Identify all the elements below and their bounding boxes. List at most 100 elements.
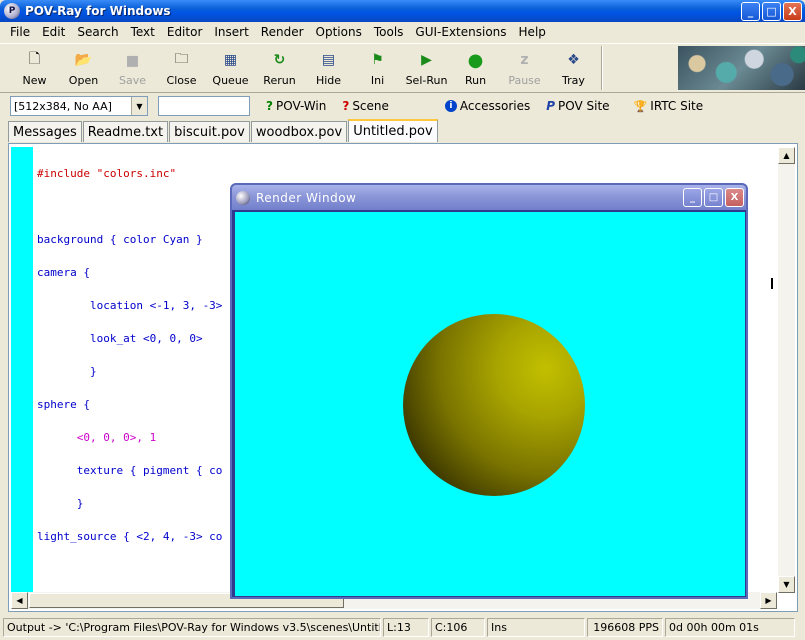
code-line: location <-1, 3, -3> bbox=[37, 299, 223, 312]
window-title: POV-Ray for Windows bbox=[25, 4, 171, 18]
save-icon: ▪ bbox=[125, 47, 140, 73]
scene-link[interactable]: ? Scene bbox=[342, 99, 389, 113]
scroll-right-icon[interactable]: ▶ bbox=[760, 592, 777, 609]
help-icon: ? bbox=[266, 99, 273, 113]
menu-edit[interactable]: Edit bbox=[36, 25, 71, 39]
new-button[interactable]: 🗋 New bbox=[10, 44, 59, 92]
sel-run-button[interactable]: ▶ Sel-Run bbox=[402, 44, 451, 92]
command-line-input[interactable] bbox=[158, 96, 250, 116]
chevron-down-icon[interactable]: ▼ bbox=[131, 97, 147, 115]
menu-editor[interactable]: Editor bbox=[161, 25, 209, 39]
code-line: } bbox=[37, 365, 97, 378]
menu-help[interactable]: Help bbox=[513, 25, 552, 39]
tray-button[interactable]: ❖ Tray bbox=[549, 44, 598, 92]
code-line: camera { bbox=[37, 266, 90, 279]
ini-button[interactable]: ⚑ Ini bbox=[353, 44, 402, 92]
menu-render[interactable]: Render bbox=[255, 25, 310, 39]
maximize-button[interactable]: □ bbox=[762, 2, 781, 21]
trophy-icon: 🏆 bbox=[633, 99, 648, 113]
open-folder-icon: 📂 bbox=[74, 52, 93, 68]
status-pps: 196608 PPS bbox=[587, 617, 663, 637]
run-button[interactable]: ● Run bbox=[451, 44, 500, 92]
save-button[interactable]: ▪ Save bbox=[108, 44, 157, 92]
vertical-scrollbar[interactable]: ▲ ▼ bbox=[778, 147, 795, 593]
secondary-toolbar: [512x384, No AA] ▼ ? POV-Win ? Scene i A… bbox=[0, 94, 805, 118]
povray-logo-icon: P bbox=[546, 99, 556, 113]
render-window-title-bar[interactable]: Render Window _ □ X bbox=[232, 185, 746, 210]
status-output-path: Output -> 'C:\Program Files\POV-Ray for … bbox=[3, 617, 381, 637]
toolbar-separator bbox=[601, 46, 603, 90]
menu-gui-extensions[interactable]: GUI-Extensions bbox=[409, 25, 512, 39]
editor-gutter bbox=[11, 147, 33, 595]
code-line: background { color Cyan } bbox=[37, 233, 203, 246]
render-window[interactable]: Render Window _ □ X bbox=[230, 183, 748, 599]
tab-readme[interactable]: Readme.txt bbox=[82, 121, 169, 142]
code-line: } bbox=[37, 497, 84, 510]
pov-win-link[interactable]: ? POV-Win bbox=[266, 99, 326, 113]
tab-untitled[interactable]: Untitled.pov bbox=[348, 119, 438, 142]
sel-run-icon: ▶ bbox=[421, 52, 432, 68]
rerun-icon: ↻ bbox=[273, 52, 286, 68]
marbles-banner-image bbox=[678, 46, 805, 90]
minimize-button[interactable]: _ bbox=[741, 2, 760, 21]
status-insert-mode: Ins bbox=[487, 617, 585, 637]
render-close-button[interactable]: X bbox=[725, 188, 744, 207]
render-minimize-button[interactable]: _ bbox=[683, 188, 702, 207]
code-line: #include "colors.inc" bbox=[37, 167, 177, 180]
title-bar: P POV-Ray for Windows _ □ X bbox=[0, 0, 805, 22]
render-window-icon[interactable] bbox=[236, 190, 250, 205]
status-bar: Output -> 'C:\Program Files\POV-Ray for … bbox=[0, 616, 805, 638]
code-line: <0, 0, 0>, 1 bbox=[37, 431, 157, 444]
scroll-left-icon[interactable]: ◀ bbox=[11, 592, 28, 609]
hide-icon: ▤ bbox=[321, 52, 336, 68]
code-line: light_source { <2, 4, -3> co bbox=[37, 530, 223, 543]
tab-messages[interactable]: Messages bbox=[8, 121, 82, 142]
tab-biscuit[interactable]: biscuit.pov bbox=[169, 121, 250, 142]
code-line: texture { pigment { co bbox=[37, 464, 223, 477]
scroll-up-icon[interactable]: ▲ bbox=[778, 147, 795, 164]
menu-search[interactable]: Search bbox=[71, 25, 124, 39]
render-canvas bbox=[235, 212, 745, 596]
code-line: look_at <0, 0, 0> bbox=[37, 332, 203, 345]
tray-icon: ❖ bbox=[567, 52, 580, 68]
scroll-down-icon[interactable]: ▼ bbox=[778, 576, 795, 593]
document-tabs: Messages Readme.txt biscuit.pov woodbox.… bbox=[8, 119, 439, 142]
hide-button[interactable]: ▤ Hide bbox=[304, 44, 353, 92]
close-file-button[interactable]: 🗀 Close bbox=[157, 44, 206, 92]
accessories-link[interactable]: i Accessories bbox=[444, 99, 530, 113]
rerun-button[interactable]: ↻ Rerun bbox=[255, 44, 304, 92]
render-window-title: Render Window bbox=[256, 190, 357, 205]
pause-button[interactable]: z Pause bbox=[500, 44, 549, 92]
close-file-icon: 🗀 bbox=[174, 51, 189, 67]
text-cursor bbox=[771, 278, 773, 289]
open-button[interactable]: 📂 Open bbox=[59, 44, 108, 92]
povray-app-icon[interactable]: P bbox=[4, 3, 20, 19]
menu-bar: File Edit Search Text Editor Insert Rend… bbox=[0, 22, 805, 42]
status-line: L:13 bbox=[383, 617, 429, 637]
menu-options[interactable]: Options bbox=[310, 25, 368, 39]
ini-icon: ⚑ bbox=[371, 52, 384, 68]
status-elapsed-time: 0d 00h 00m 01s bbox=[665, 617, 795, 637]
resolution-value: [512x384, No AA] bbox=[14, 99, 112, 113]
run-icon: ● bbox=[467, 49, 484, 71]
queue-icon: ▦ bbox=[223, 52, 238, 68]
new-file-icon: 🗋 bbox=[28, 51, 41, 67]
code-text[interactable]: #include "colors.inc" background { color… bbox=[37, 146, 222, 564]
rendered-sphere bbox=[403, 314, 585, 496]
irtc-site-link[interactable]: 🏆 IRTC Site bbox=[634, 99, 704, 113]
menu-text[interactable]: Text bbox=[125, 25, 161, 39]
info-icon: i bbox=[444, 100, 457, 112]
code-line: sphere { bbox=[37, 398, 90, 411]
help-icon: ? bbox=[342, 99, 350, 113]
queue-button[interactable]: ▦ Queue bbox=[206, 44, 255, 92]
resolution-select[interactable]: [512x384, No AA] ▼ bbox=[10, 96, 148, 116]
menu-tools[interactable]: Tools bbox=[368, 25, 410, 39]
render-maximize-button[interactable]: □ bbox=[704, 188, 723, 207]
close-button[interactable]: X bbox=[783, 2, 802, 21]
menu-insert[interactable]: Insert bbox=[208, 25, 254, 39]
tab-woodbox[interactable]: woodbox.pov bbox=[250, 121, 348, 142]
menu-file[interactable]: File bbox=[4, 25, 36, 39]
pov-site-link[interactable]: P POV Site bbox=[546, 99, 609, 113]
status-column: C:106 bbox=[431, 617, 485, 637]
